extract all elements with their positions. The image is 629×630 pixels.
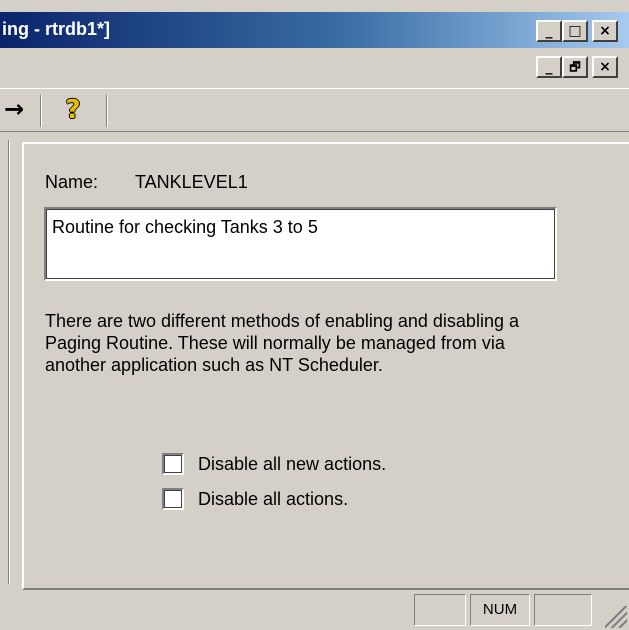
maximize-button[interactable]: □ [562,20,588,42]
minimize-button[interactable]: _ [536,20,562,42]
status-pane-caps [414,594,466,626]
disable-all-actions-checkbox[interactable] [162,488,184,510]
minimize-icon: _ [545,59,553,75]
name-label: Name: [45,172,99,192]
help-icon[interactable]: ? [56,93,90,127]
disable-all-actions-row[interactable]: Disable all actions. [162,487,348,511]
close-button[interactable]: × [592,20,618,42]
disable-all-actions-label[interactable]: Disable all actions. [198,489,348,510]
restore-icon: 🗗 [569,60,581,74]
close-icon: × [599,59,611,75]
description-field[interactable]: Routine for checking Tanks 3 to 5 [44,207,557,281]
disable-new-actions-label[interactable]: Disable all new actions. [198,454,386,475]
maximize-icon: □ [568,23,582,39]
status-bar: NUM [0,592,629,630]
toolbar-separator [106,95,108,127]
mdi-close-button[interactable]: × [592,56,618,78]
toolbar: → ? [0,88,629,132]
status-pane-scroll [534,594,592,626]
info-text: There are two different methods of enabl… [45,311,519,375]
toolbar-separator [40,95,42,127]
name-value: TANKLEVEL1 [135,172,248,192]
close-icon: × [599,23,611,39]
disable-new-actions-row[interactable]: Disable all new actions. [162,452,386,476]
disable-new-actions-checkbox[interactable] [162,453,184,475]
mdi-restore-button[interactable]: 🗗 [562,56,588,78]
status-pane-num: NUM [470,594,530,626]
arrow-right-icon[interactable]: → [4,97,24,121]
minimize-icon: _ [545,23,553,39]
resize-grip-icon[interactable] [605,606,627,628]
mdi-minimize-button[interactable]: _ [536,56,562,78]
left-frame-divider [8,140,10,584]
title-bar: ing - rtrdb1*] _ □ × [0,12,629,48]
window-title: ing - rtrdb1*] [2,19,110,39]
mdi-controls-row: _ 🗗 × [0,48,629,88]
